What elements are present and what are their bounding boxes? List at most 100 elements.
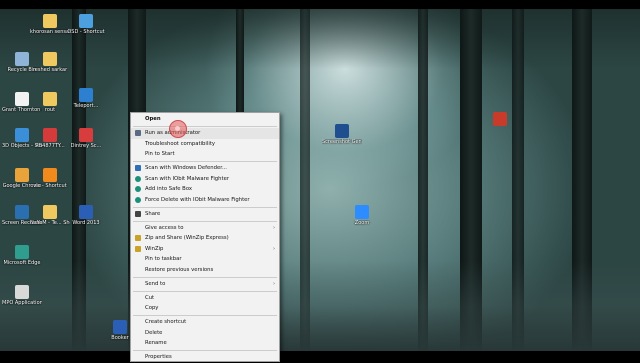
context-menu-item[interactable]: Troubleshoot compatibility (131, 139, 279, 150)
desktop-icon-label: Word 2013 (72, 220, 100, 226)
context-menu-item[interactable]: Delete (131, 328, 279, 339)
winzip-icon (135, 245, 141, 252)
chevron-right-icon: › (273, 280, 275, 287)
context-menu-item[interactable]: Scan with IObit Malware Fighter (131, 174, 279, 185)
pdf-icon (43, 128, 57, 142)
ground-fog (0, 261, 640, 351)
menu-separator (133, 206, 277, 208)
desktop-icon-label: reshed sarkar (32, 67, 68, 73)
desktop-background (0, 9, 640, 351)
desktop-icon[interactable]: RB4877TY... (30, 128, 70, 149)
cube-icon (15, 128, 29, 142)
desktop-icon[interactable]: Microsoft Edge (2, 245, 42, 266)
app-icon (113, 320, 127, 334)
context-menu-item-label: Zip and Share (WinZip Express) (145, 235, 229, 241)
share-icon (135, 210, 141, 217)
desktop-icon-label: MPO Application (2, 300, 42, 306)
chrome-icon (15, 168, 29, 182)
context-menu-item-label: Scan with IObit Malware Fighter (145, 175, 230, 182)
context-menu-item-label: Create shortcut (145, 319, 187, 325)
zoom-icon (355, 205, 369, 219)
context-menu-item[interactable]: Give access to › (131, 223, 279, 234)
context-menu-item[interactable]: Zip and Share (WinZip Express) (131, 233, 279, 244)
context-menu-item-label: Force Delete with IObit Malware Fighter (145, 196, 250, 203)
menu-separator (133, 315, 277, 316)
folder-icon (43, 205, 57, 219)
context-menu-item[interactable]: Add into Safe Box (131, 184, 279, 195)
context-menu-item[interactable]: Share (131, 209, 279, 220)
folder-icon (43, 52, 57, 66)
desktop-icon[interactable] (480, 112, 520, 127)
app-icon (79, 128, 93, 142)
context-menu-item-label: Copy (145, 305, 159, 311)
context-menu-item[interactable]: Scan with Windows Defender... (131, 163, 279, 174)
context-menu-item[interactable]: Send to › (131, 279, 279, 290)
desktop-icon-label: NaYeM - Te... Shortcut (30, 220, 70, 226)
context-menu-item[interactable]: Rename (131, 338, 279, 349)
menu-separator (133, 126, 277, 127)
app-icon (15, 285, 29, 299)
folder-icon (43, 14, 57, 28)
folder-icon (43, 92, 57, 106)
context-menu: Open Run as administratorTroubleshoot com… (130, 112, 280, 362)
context-menu-item-label: Scan with Windows Defender... (145, 165, 227, 171)
winzip-icon (135, 235, 141, 241)
context-menu-item-label: Add into Safe Box (145, 186, 193, 192)
context-menu-item[interactable]: Run as administrator (131, 128, 279, 139)
desktop-icon[interactable]: NaYeM - Te... Shortcut (30, 205, 70, 226)
desktop-icon[interactable]: khorosan sensas (30, 14, 70, 35)
context-menu-item[interactable]: Restore previous versions (131, 265, 279, 276)
menu-separator (133, 350, 277, 351)
app-icon (335, 124, 349, 138)
context-menu-item-label: Troubleshoot compatibility (145, 140, 216, 147)
context-menu-item[interactable]: Cut (131, 293, 279, 304)
recycle-bin-icon (15, 52, 29, 66)
context-menu-item[interactable]: Pin to Start (131, 149, 279, 160)
recorder-icon (15, 205, 29, 219)
context-menu-item[interactable]: Copy (131, 303, 279, 314)
menu-separator (133, 220, 277, 222)
context-menu-item-label: Pin to Start (145, 151, 175, 157)
context-menu-item-label: Delete (145, 329, 163, 336)
context-menu-item-label: Give access to (145, 224, 184, 231)
context-menu-item[interactable]: Force Delete with IObit Malware Fighter (131, 195, 279, 206)
document-icon (15, 92, 29, 106)
desktop-icon-label: OSD - Shortcut (67, 29, 105, 35)
mouse-cursor-highlight (169, 120, 187, 138)
desktop-icon[interactable]: Teleport... (66, 88, 106, 109)
desktop-icon-label: khorosan sensas (30, 29, 70, 35)
desktop-icon-label: Microsoft Edge (3, 260, 41, 266)
context-menu-item[interactable]: Create shortcut (131, 317, 279, 328)
iobit-icon (135, 196, 141, 203)
chevron-right-icon: › (273, 224, 275, 231)
desktop-icon-label: Zoom (354, 220, 370, 226)
word-icon (79, 205, 93, 219)
context-menu-item[interactable]: WinZip › (131, 244, 279, 255)
desktop-icon[interactable]: rout (30, 92, 70, 113)
context-menu-item-label: Rename (145, 340, 167, 346)
edge-icon (15, 245, 29, 259)
desktop-icon-label: Dintrey Sc... (70, 143, 102, 149)
desktop-icon[interactable]: Dintrey Sc... (66, 128, 106, 149)
desktop-icon-label: Screenshot Generator (322, 139, 362, 145)
desktop-icon[interactable]: vlc - Shortcut (30, 168, 70, 189)
desktop-icon[interactable]: MPO Application (2, 285, 42, 306)
desktop-icon-label: rout (44, 107, 56, 113)
app-icon (493, 112, 507, 126)
app-icon (79, 88, 93, 102)
vlc-icon (43, 168, 57, 182)
shortcut-icon (79, 14, 93, 28)
desktop-icon[interactable]: Zoom (342, 205, 382, 226)
desktop-icon[interactable]: reshed sarkar (30, 52, 70, 73)
desktop-icon[interactable]: Word 2013 (66, 205, 106, 226)
iobit-icon (135, 186, 141, 192)
desktop-icon[interactable]: Screenshot Generator (322, 124, 362, 145)
context-menu-item[interactable]: Open (131, 114, 279, 125)
context-menu-item-label: Send to (145, 280, 166, 287)
desktop-icon[interactable]: OSD - Shortcut (66, 14, 106, 35)
context-menu-item[interactable]: Pin to taskbar (131, 254, 279, 265)
context-menu-item-label: Properties (145, 354, 172, 360)
context-menu-item-label: WinZip (145, 245, 164, 252)
context-menu-item[interactable]: Properties (131, 352, 279, 363)
context-menu-item-label: Cut (145, 294, 155, 301)
